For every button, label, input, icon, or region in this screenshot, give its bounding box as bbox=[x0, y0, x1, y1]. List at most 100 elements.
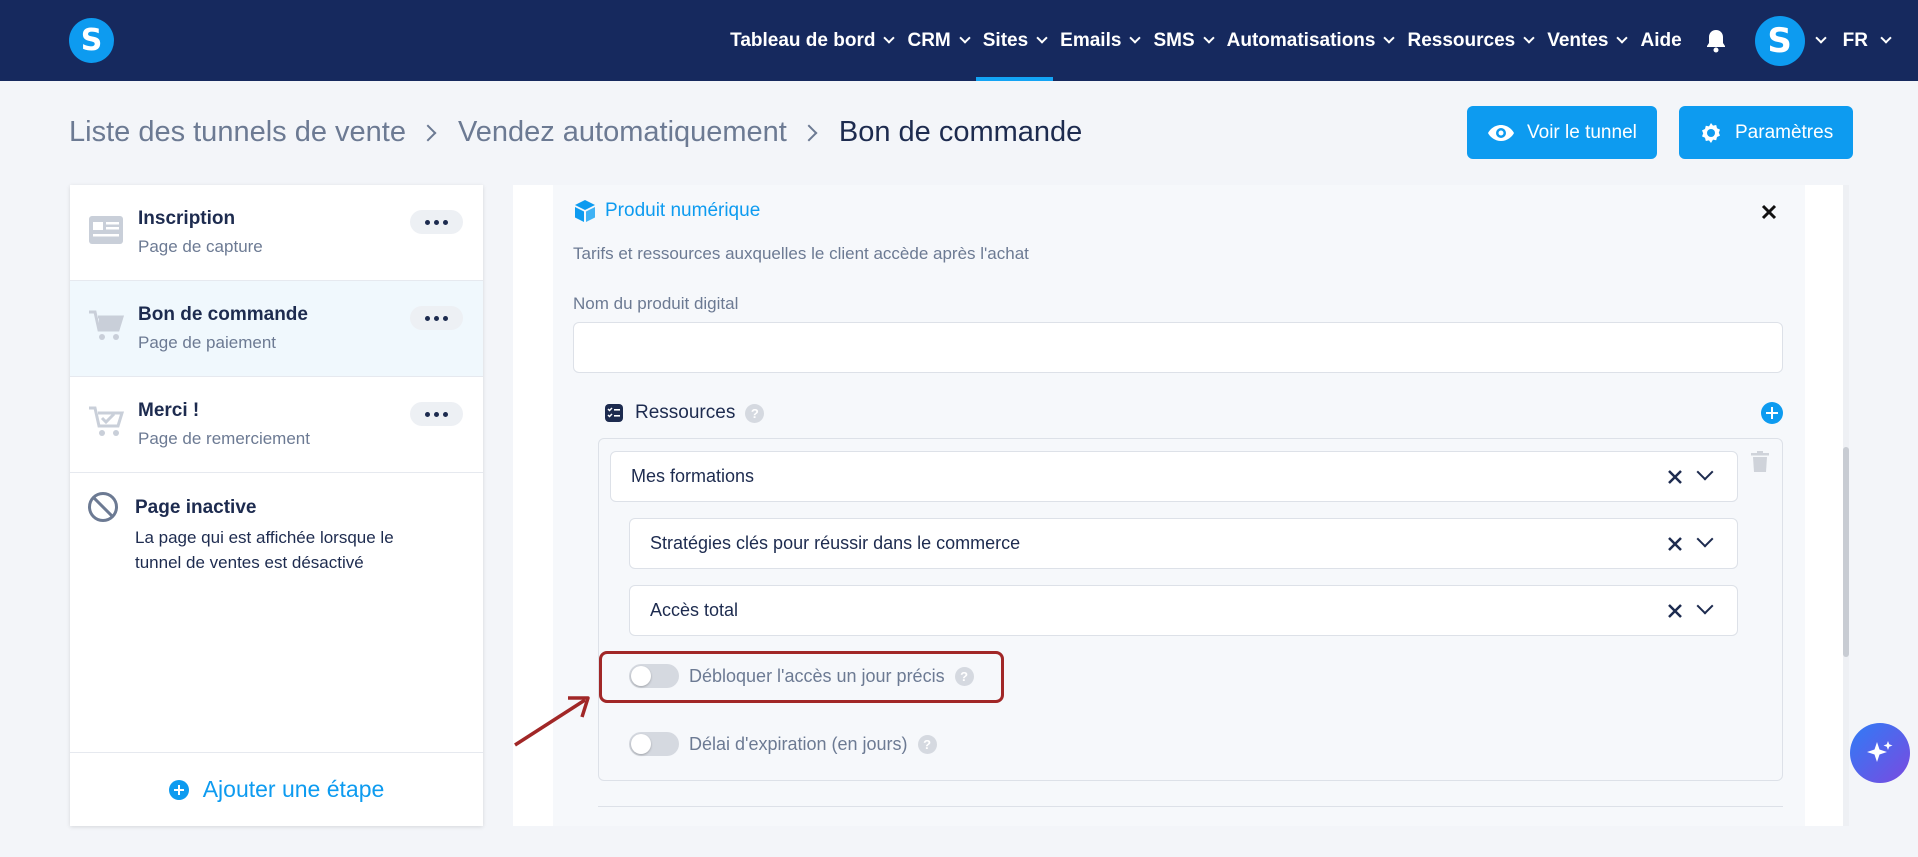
chevron-down-icon bbox=[883, 32, 896, 44]
language-label: FR bbox=[1842, 29, 1868, 51]
eye-icon bbox=[1488, 124, 1514, 141]
nav-item-label: Ventes bbox=[1547, 29, 1609, 51]
box-icon bbox=[575, 200, 595, 222]
help-icon[interactable]: ? bbox=[745, 403, 765, 423]
nav-item-label: Ressources bbox=[1407, 29, 1516, 51]
chevron-down-icon bbox=[1880, 32, 1892, 44]
bell-icon[interactable] bbox=[1705, 29, 1727, 53]
chevron-right-icon bbox=[419, 124, 437, 141]
ai-assistant-button[interactable] bbox=[1850, 723, 1910, 783]
breadcrumb-funnel[interactable]: Vendez automatiquement bbox=[458, 116, 787, 149]
chevron-right-icon bbox=[800, 124, 818, 141]
nav-item-label: CRM bbox=[907, 29, 951, 51]
nav-item-label: Emails bbox=[1060, 29, 1122, 51]
app-logo[interactable]: S bbox=[69, 18, 114, 63]
view-funnel-label: Voir le tunnel bbox=[1527, 121, 1637, 143]
nav-item-label: Automatisations bbox=[1226, 29, 1376, 51]
view-funnel-button[interactable]: Voir le tunnel bbox=[1467, 106, 1657, 159]
nav-item-sites[interactable]: Sites bbox=[975, 0, 1054, 81]
chevron-down-icon bbox=[1036, 32, 1048, 44]
chevron-down-icon bbox=[1129, 32, 1142, 44]
access-value: Accès total bbox=[650, 600, 739, 620]
step-title: Bon de commande bbox=[138, 304, 308, 325]
add-step-button[interactable]: Ajouter une étape bbox=[70, 752, 483, 826]
step-item-merci[interactable]: Merci ! Page de remerciement bbox=[70, 377, 483, 473]
nav-item-automatisations[interactable]: Automatisations bbox=[1220, 0, 1401, 81]
nav-item-sms[interactable]: SMS bbox=[1146, 0, 1219, 81]
expiry-row: Délai d'expiration (en jours) ? bbox=[629, 732, 937, 756]
add-resource-button[interactable] bbox=[1761, 402, 1783, 424]
gear-icon bbox=[1702, 122, 1720, 143]
step-title: Page inactive bbox=[135, 497, 257, 518]
nav-item-tableau-de-bord[interactable]: Tableau de bord bbox=[723, 0, 900, 81]
resources-header: Ressources ? bbox=[605, 402, 765, 424]
form-icon bbox=[89, 216, 123, 244]
trash-icon[interactable] bbox=[1751, 451, 1769, 472]
chevron-down-icon bbox=[959, 32, 971, 44]
course-select[interactable]: Stratégies clés pour réussir dans le com… bbox=[629, 518, 1738, 569]
help-icon[interactable]: ? bbox=[917, 734, 937, 754]
product-title: Produit numérique bbox=[605, 200, 761, 221]
nav-item-emails[interactable]: Emails bbox=[1053, 0, 1146, 81]
step-more-button[interactable] bbox=[410, 402, 463, 426]
step-title: Inscription bbox=[138, 208, 236, 229]
nav-item-label: Aide bbox=[1640, 29, 1682, 51]
nav-item-ventes[interactable]: Ventes bbox=[1540, 0, 1633, 81]
breadcrumb-funnels-list[interactable]: Liste des tunnels de vente bbox=[69, 116, 406, 149]
nav-item-aide[interactable]: Aide bbox=[1633, 0, 1688, 81]
top-navigation-bar: S Tableau de bord CRM Sites Emails SMS A… bbox=[0, 0, 1918, 81]
nav-item-label: Tableau de bord bbox=[730, 29, 876, 51]
breadcrumb: Liste des tunnels de vente Vendez automa… bbox=[69, 116, 1082, 149]
section-divider bbox=[598, 806, 1783, 807]
avatar: S bbox=[1754, 15, 1805, 66]
user-menu[interactable]: S bbox=[1741, 0, 1831, 81]
clear-icon[interactable] bbox=[1667, 469, 1683, 485]
expiry-label: Délai d'expiration (en jours) bbox=[689, 733, 908, 754]
step-more-button[interactable] bbox=[410, 210, 463, 234]
main-nav: Tableau de bord CRM Sites Emails SMS Aut… bbox=[723, 0, 1918, 81]
access-select[interactable]: Accès total bbox=[629, 585, 1738, 636]
resource-type-value: Mes formations bbox=[631, 466, 755, 486]
chevron-down-icon bbox=[1696, 597, 1714, 615]
product-description: Tarifs et ressources auxquelles le clien… bbox=[573, 244, 1029, 263]
clear-icon[interactable] bbox=[1667, 536, 1683, 552]
chevron-down-icon bbox=[1383, 32, 1396, 44]
checklist-icon bbox=[605, 404, 623, 422]
expiry-toggle[interactable] bbox=[629, 732, 679, 756]
scrollbar-thumb[interactable] bbox=[1843, 447, 1849, 657]
annotation-arrow-icon bbox=[514, 696, 590, 747]
step-subtitle: Page de paiement bbox=[138, 333, 276, 352]
step-subtitle: Page de capture bbox=[138, 237, 263, 256]
product-name-label: Nom du produit digital bbox=[573, 294, 739, 313]
add-step-label: Ajouter une étape bbox=[202, 776, 385, 802]
chevron-down-icon bbox=[1696, 530, 1714, 548]
chevron-down-icon bbox=[1202, 32, 1215, 44]
step-title: Merci ! bbox=[138, 400, 200, 421]
highlight-box bbox=[599, 651, 1004, 703]
product-name-input[interactable] bbox=[573, 322, 1783, 373]
step-more-button[interactable] bbox=[410, 306, 463, 330]
cart-icon bbox=[89, 310, 124, 340]
step-item-bon-de-commande[interactable]: Bon de commande Page de paiement bbox=[70, 281, 483, 377]
plus-circle-icon bbox=[168, 779, 189, 800]
resources-label: Ressources bbox=[635, 402, 736, 423]
settings-label: Paramètres bbox=[1735, 121, 1834, 143]
chevron-down-icon bbox=[1815, 32, 1827, 44]
clear-icon[interactable] bbox=[1667, 603, 1683, 619]
course-value: Stratégies clés pour réussir dans le com… bbox=[650, 533, 1021, 553]
chevron-down-icon bbox=[1523, 32, 1535, 44]
step-subtitle: Page de remerciement bbox=[138, 429, 310, 448]
chevron-down-icon bbox=[1696, 463, 1714, 481]
chevron-down-icon bbox=[1616, 32, 1629, 44]
page-title: Bon de commande bbox=[838, 116, 1083, 148]
nav-item-label: SMS bbox=[1153, 29, 1195, 51]
language-selector[interactable]: FR bbox=[1831, 0, 1918, 81]
step-item-inscription[interactable]: Inscription Page de capture bbox=[70, 185, 483, 281]
close-icon[interactable] bbox=[1759, 202, 1779, 222]
nav-item-label: Sites bbox=[982, 29, 1029, 51]
settings-button[interactable]: Paramètres bbox=[1679, 106, 1854, 159]
nav-item-crm[interactable]: CRM bbox=[900, 0, 975, 81]
nav-item-ressources[interactable]: Ressources bbox=[1400, 0, 1540, 81]
ban-icon bbox=[88, 492, 118, 522]
resource-type-select[interactable]: Mes formations bbox=[610, 451, 1738, 502]
